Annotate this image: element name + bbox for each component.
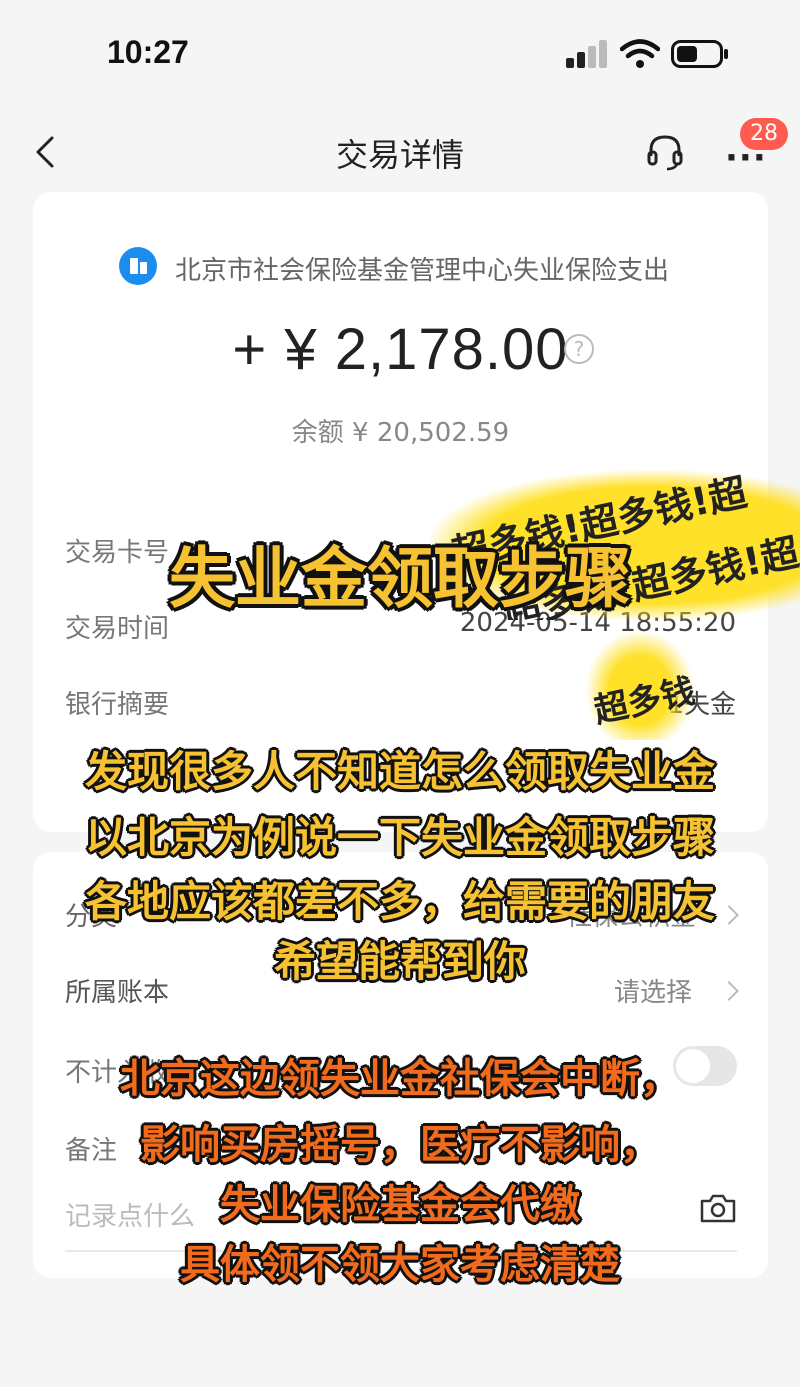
transaction-amount: + ¥ 2,178.00: [232, 317, 569, 382]
battery-icon: [671, 40, 728, 68]
overlay-line: 发现很多人不知道怎么领取失业金: [84, 747, 715, 796]
wifi-icon: [620, 39, 660, 68]
notification-badge: 28: [740, 118, 788, 150]
merchant-name: 北京市社会保险基金管理中心失业保险支出: [175, 256, 670, 286]
status-time: 10:27: [107, 34, 189, 70]
headset-icon[interactable]: [645, 132, 685, 172]
money-sticker-small: 超多钱!超多钱!超: [585, 630, 695, 740]
help-icon[interactable]: ?: [564, 334, 594, 364]
overlay-line: 以北京为例说一下失业金领取步骤: [84, 813, 715, 862]
bank-summary-label: 银行摘要: [65, 690, 170, 720]
signal-icon: [566, 40, 610, 68]
overlay-title: 失业金领取步骤: [169, 540, 631, 617]
overlay-warning-line: 北京这边领失业金社保会中断，: [120, 1056, 680, 1102]
merchant-logo-icon: [119, 247, 157, 285]
overlay-warning-line: 影响买房摇号，医疗不影响，: [140, 1122, 660, 1168]
overlay-line: 希望能帮到你: [273, 937, 526, 986]
merchant-row: 北京市社会保险基金管理中心失业保险支出: [119, 246, 719, 286]
overlay-line: 各地应该都差不多，给需要的朋友: [84, 877, 715, 926]
overlay-warning-line: 失业保险基金会代缴: [220, 1182, 580, 1228]
overlay-warning-line: 具体领不领大家考虑清楚: [180, 1242, 620, 1288]
balance-text: 余额 ¥ 20,502.59: [291, 418, 510, 448]
status-bar: 10:27: [0, 0, 800, 100]
nav-bar: 交易详情 ···: [0, 110, 800, 190]
